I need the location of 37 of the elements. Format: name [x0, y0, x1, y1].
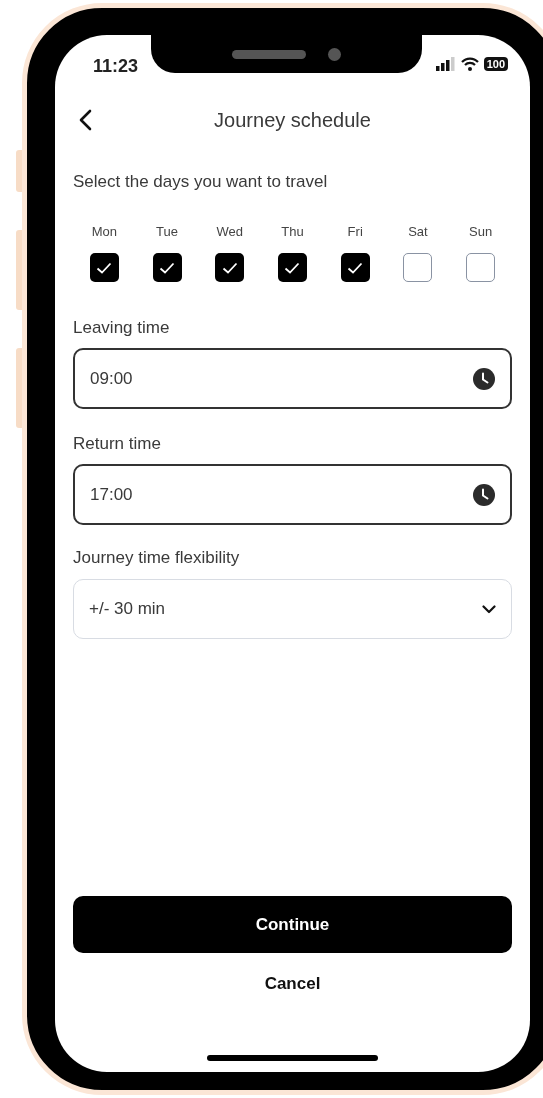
day-label: Mon — [91, 224, 117, 240]
check-icon — [221, 261, 238, 274]
field-label: Leaving time — [73, 318, 171, 338]
field-label: Journey time flexibility — [73, 548, 241, 568]
check-icon — [347, 261, 364, 274]
clock-icon — [473, 367, 495, 390]
back-chevron-icon — [78, 109, 92, 131]
battery-indicator: 100 — [483, 57, 508, 71]
signal-icon — [435, 57, 456, 71]
clock-icon — [473, 483, 495, 506]
screen-title: Journey schedule — [213, 108, 372, 133]
day-checkbox[interactable] — [152, 253, 182, 282]
day-label: Thu — [281, 224, 304, 240]
days-prompt: Select the days you want to travel — [73, 173, 329, 191]
day-label: Sat — [408, 224, 428, 240]
chevron-down-icon — [482, 604, 496, 614]
check-icon — [96, 261, 113, 274]
day-checkbox[interactable] — [278, 253, 307, 282]
leaving-time-field[interactable]: 09:00 — [73, 348, 512, 409]
day-label: Wed — [216, 224, 244, 240]
day-label: Tue — [156, 224, 178, 240]
wifi-icon — [460, 57, 479, 71]
return-time-field[interactable]: 17:00 — [73, 464, 512, 525]
field-label: Return time — [73, 434, 162, 454]
check-icon — [159, 261, 176, 274]
day-label: Fri — [347, 224, 363, 240]
flexibility-dropdown[interactable]: +/- 30 min — [73, 579, 512, 639]
day-checkbox[interactable] — [466, 253, 496, 282]
day-checkbox[interactable] — [403, 253, 433, 282]
day-checkbox[interactable] — [215, 253, 245, 282]
day-checkbox[interactable] — [340, 253, 370, 282]
cancel-button[interactable]: Cancel — [264, 971, 321, 991]
check-icon — [284, 261, 301, 274]
day-checkbox[interactable] — [89, 253, 119, 282]
day-label: Sun — [469, 224, 493, 240]
status-time: 11:23 — [93, 56, 139, 76]
continue-button[interactable]: Continue — [73, 896, 512, 953]
